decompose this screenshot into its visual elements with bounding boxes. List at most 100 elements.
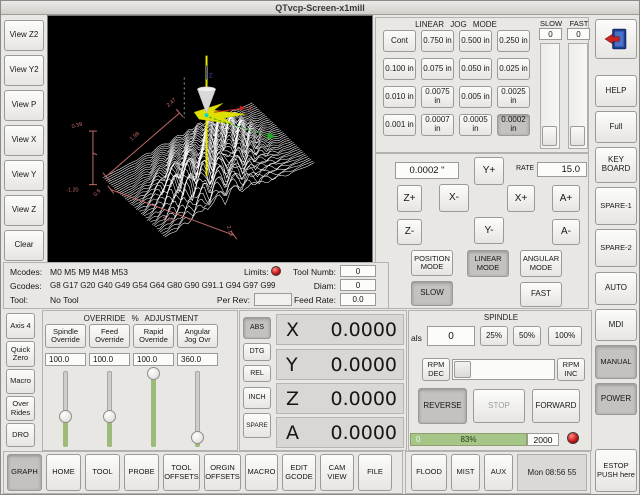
jog-z-minus-button[interactable]: Z-	[397, 219, 422, 245]
tab-edit-gcode[interactable]: EDIT GCODE	[282, 454, 316, 491]
flood-button[interactable]: FLOOD	[411, 454, 447, 491]
feed-override-label[interactable]: Feed Override	[89, 324, 130, 348]
spindle-override-handle[interactable]	[59, 410, 72, 423]
tab-quick-zero[interactable]: Quick Zero	[6, 341, 35, 367]
position-mode-button[interactable]: POSITION MODE	[411, 250, 453, 276]
view-x-button[interactable]: View X	[4, 125, 44, 156]
spare-2-button[interactable]: SPARE-2	[595, 229, 637, 267]
dro-mode-abs[interactable]: ABS	[243, 317, 271, 339]
view-z2-button[interactable]: View Z2	[4, 20, 44, 51]
jog-increment-button[interactable]: 0.0007 in	[421, 114, 454, 136]
jog-y-minus-button[interactable]: Y-	[474, 217, 504, 244]
aux-button[interactable]: AUX	[484, 454, 513, 491]
fast-jog-slider[interactable]	[568, 43, 588, 149]
rpm-slider-handle[interactable]	[454, 361, 471, 378]
jog-increment-button[interactable]: 0.050 in	[459, 58, 492, 80]
rapid-override-handle[interactable]	[147, 367, 160, 380]
view-y2-button[interactable]: View Y2	[4, 55, 44, 86]
clear-plot-button[interactable]: Clear	[4, 230, 44, 261]
tab-dro[interactable]: DRO	[6, 423, 35, 447]
dro-mode-rel[interactable]: REL	[243, 365, 271, 382]
tab-graph[interactable]: GRAPH	[7, 454, 42, 491]
spindle-reverse-button[interactable]: REVERSE	[418, 388, 467, 424]
spindle-at-speed-led	[567, 432, 579, 444]
view-y-button[interactable]: View Y	[4, 160, 44, 191]
jog-increment-button[interactable]: 0.001 in	[383, 114, 416, 136]
spindle-rpm-setting[interactable]: 2000	[527, 433, 559, 446]
jog-increment-button[interactable]: Cont	[383, 30, 416, 52]
jog-a-plus-button[interactable]: A+	[552, 185, 580, 212]
jog-x-minus-button[interactable]: X-	[439, 184, 469, 212]
jog-increment-button[interactable]: 0.500 in	[459, 30, 492, 52]
tab-over-rides[interactable]: Over Rides	[6, 396, 35, 421]
mcodes-label: Mcodes:	[10, 267, 42, 277]
auto-button[interactable]: AUTO	[595, 272, 637, 305]
dro-mode-inch[interactable]: INCH	[243, 387, 271, 409]
jog-increment-button[interactable]: 0.250 in	[497, 30, 530, 52]
spindle-forward-button[interactable]: FORWARD	[532, 389, 580, 423]
jog-increment-button[interactable]: 0.0005 in	[459, 114, 492, 136]
estop-button[interactable]: ESTOP PUSH here	[595, 449, 637, 492]
jog-increment-button[interactable]: 0.075 in	[421, 58, 454, 80]
jog-fast-button[interactable]: FAST	[520, 282, 562, 307]
jog-increment-button[interactable]: 0.025 in	[497, 58, 530, 80]
exit-button[interactable]	[595, 19, 637, 59]
angular-jog-override-label[interactable]: Angular Jog Ovr	[177, 324, 218, 348]
jog-slow-button[interactable]: SLOW	[411, 281, 453, 306]
spindle-actual-value: 0	[427, 326, 475, 346]
fast-jog-slider-handle[interactable]	[570, 126, 585, 146]
help-button[interactable]: HELP	[595, 75, 637, 107]
manual-button[interactable]: MANUAL	[595, 345, 637, 379]
jog-a-minus-button[interactable]: A-	[552, 219, 580, 245]
mist-button[interactable]: MIST	[451, 454, 480, 491]
angular-jog-override-handle[interactable]	[191, 431, 204, 444]
view-p-button[interactable]: View P	[4, 90, 44, 121]
tab-axis-4[interactable]: Axis 4	[6, 313, 35, 339]
spindle-stop-button[interactable]: STOP	[473, 389, 525, 423]
tab-tool[interactable]: TOOL	[85, 454, 120, 491]
angular-mode-button[interactable]: ANGULAR MODE	[520, 250, 562, 277]
jog-increment-button[interactable]: 0.0075 in	[421, 86, 454, 108]
rpm-inc-button[interactable]: RPM INC	[557, 358, 585, 381]
spindle-50pct-button[interactable]: 50%	[513, 326, 541, 346]
mdi-button[interactable]: MDI	[595, 309, 637, 341]
tab-home[interactable]: HOME	[46, 454, 81, 491]
jog-increment-button[interactable]: 0.005 in	[459, 86, 492, 108]
slow-column-label: SLOW	[539, 19, 563, 28]
jog-x-plus-button[interactable]: X+	[507, 185, 535, 212]
feed-override-handle[interactable]	[103, 410, 116, 423]
spindle-25pct-button[interactable]: 25%	[480, 326, 508, 346]
jog-y-plus-button[interactable]: Y+	[474, 157, 504, 185]
slow-jog-slider[interactable]	[540, 43, 560, 149]
window-titlebar[interactable]: QTvcp-Screen-x1mill	[1, 1, 639, 15]
tab-cam-view[interactable]: CAM VIEW	[320, 454, 354, 491]
spindle-100pct-button[interactable]: 100%	[548, 326, 582, 346]
jog-increment-button[interactable]: 0.0025 in	[497, 86, 530, 108]
jog-increment-button[interactable]: 0.010 in	[383, 86, 416, 108]
jog-increment-button[interactable]: 0.750 in	[421, 30, 454, 52]
jog-increment-button-selected[interactable]: 0.0002 in	[497, 114, 530, 136]
tab-orgin-offsets[interactable]: ORGIN OFFSETS	[204, 454, 241, 491]
keyboard-button[interactable]: KEY BOARD	[595, 147, 637, 183]
jog-increment-button[interactable]: 0.100 in	[383, 58, 416, 80]
tab-macro[interactable]: MACRO	[245, 454, 278, 491]
tab-probe[interactable]: PROBE	[124, 454, 159, 491]
spare-1-button[interactable]: SPARE-1	[595, 187, 637, 225]
rapid-override-label[interactable]: Rapid Override	[133, 324, 174, 348]
full-button[interactable]: Full	[595, 111, 637, 143]
override-panel-title: OVERRIDE % ADJUSTMENT	[43, 314, 239, 323]
linear-mode-button[interactable]: LINEAR MODE	[467, 250, 509, 277]
spindle-override-label[interactable]: Spindle Override	[45, 324, 86, 348]
rpm-dec-button[interactable]: RPM DEC	[422, 358, 450, 381]
dro-mode-spare[interactable]: SPARE	[243, 413, 271, 438]
backplot-view[interactable]: 0.39 -1.20 0.6 1.98 2.47 4.13 2.13 Z	[47, 15, 373, 263]
dro-axis-value: 0.0000	[331, 354, 397, 376]
power-button[interactable]: POWER	[595, 383, 637, 415]
tab-file[interactable]: FILE	[358, 454, 392, 491]
slow-jog-slider-handle[interactable]	[542, 126, 557, 146]
tab-tool-offsets[interactable]: TOOL OFFSETS	[163, 454, 200, 491]
jog-z-plus-button[interactable]: Z+	[397, 185, 422, 212]
view-z-button[interactable]: View Z	[4, 195, 44, 226]
dro-mode-dtg[interactable]: DTG	[243, 343, 271, 361]
tab-macro[interactable]: Macro	[6, 369, 35, 394]
